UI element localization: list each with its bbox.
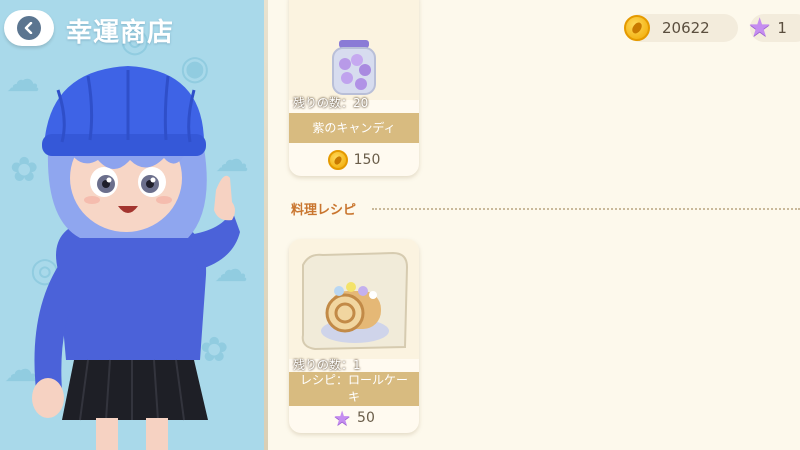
panel-divider <box>264 0 268 450</box>
coin-icon <box>327 150 348 170</box>
star-balance: ★ 1 <box>748 13 800 43</box>
back-button[interactable] <box>4 10 54 46</box>
character-panel: ☁ ◉ ✿ ☁ ◎ ☁ ☁ ✿ ◎ 幸運商店 <box>0 0 264 450</box>
section-title-recipes: 料理レシピ <box>291 203 357 218</box>
coin-balance: 20622 <box>624 14 738 42</box>
item-name: 紫のキャンディ <box>289 113 419 143</box>
item-image <box>289 0 419 100</box>
price-button[interactable]: ★ 50 <box>289 402 419 433</box>
coin-amount: 20622 <box>662 19 710 37</box>
item-price: 50 <box>357 410 375 426</box>
section-divider <box>372 208 800 210</box>
back-arrow-icon <box>17 16 41 40</box>
recipe-scroll-icon <box>301 251 409 351</box>
price-button[interactable]: 150 <box>289 144 419 176</box>
item-price: 150 <box>353 152 381 168</box>
shop-item-card[interactable]: 残りの数：1 レシピ：ロールケーキ ★ 50 <box>289 239 419 433</box>
star-icon: ★ <box>333 406 352 430</box>
item-name: レシピ：ロールケーキ <box>289 372 419 406</box>
character-illustration <box>32 66 240 450</box>
star-icon: ★ <box>748 13 772 43</box>
coin-icon <box>624 15 650 41</box>
remaining-count: 残りの数：20 <box>293 96 369 110</box>
shop-item-card[interactable]: 残りの数：20 紫のキャンディ 150 <box>289 0 419 176</box>
candy-jar-icon <box>332 40 376 95</box>
item-image <box>289 239 419 359</box>
remaining-count: 残りの数：1 <box>293 358 361 372</box>
star-amount: 1 <box>777 19 787 37</box>
shop-title: 幸運商店 <box>66 18 175 48</box>
